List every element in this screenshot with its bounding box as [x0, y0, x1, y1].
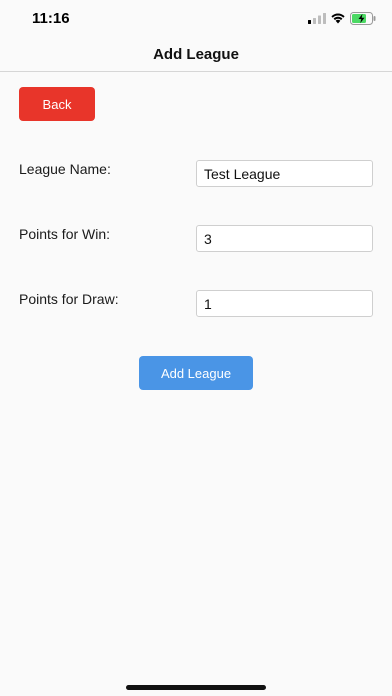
wifi-icon — [331, 13, 345, 24]
league-name-input[interactable] — [196, 160, 373, 187]
battery-charging-icon — [350, 12, 376, 25]
points-draw-label: Points for Draw: — [19, 291, 119, 307]
back-button[interactable]: Back — [19, 87, 95, 121]
signal-icon — [308, 13, 326, 24]
status-time: 11:16 — [32, 10, 70, 27]
status-bar: 11:16 — [0, 0, 392, 40]
page-title: Add League — [153, 46, 239, 63]
points-win-label: Points for Win: — [19, 226, 111, 242]
points-draw-input[interactable] — [196, 290, 373, 317]
add-league-screen: 11:16 Add League Back League Name: Point… — [0, 0, 392, 696]
nav-bar: Add League — [0, 40, 392, 72]
home-indicator[interactable] — [126, 685, 266, 690]
league-name-label: League Name: — [19, 161, 111, 177]
points-win-input[interactable] — [196, 225, 373, 252]
add-league-button[interactable]: Add League — [139, 356, 253, 390]
